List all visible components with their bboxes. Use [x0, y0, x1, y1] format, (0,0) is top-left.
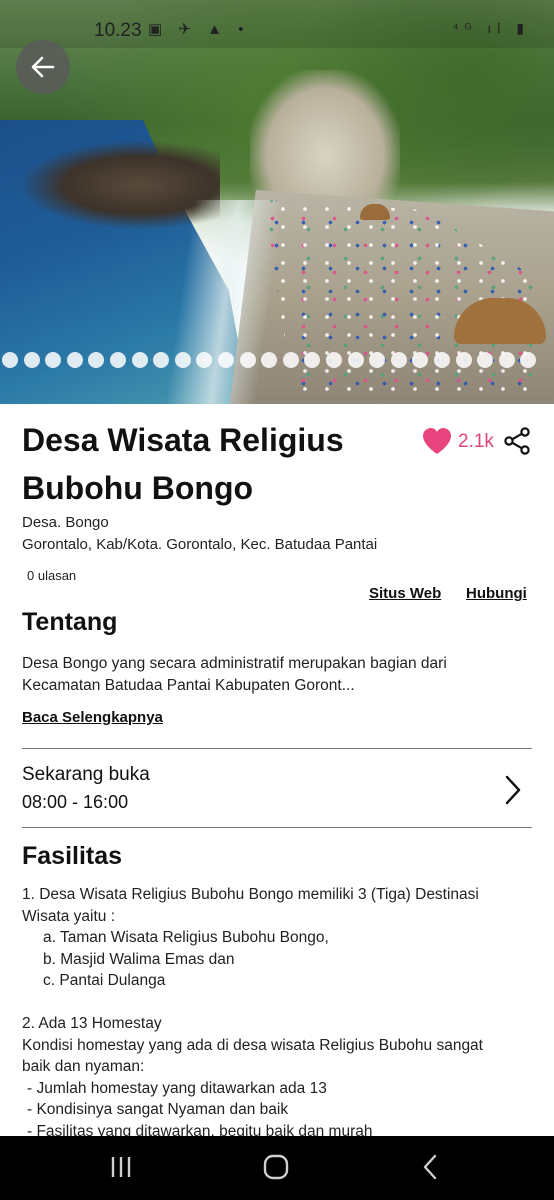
about-heading: Tentang: [22, 608, 118, 636]
gallery-dot[interactable]: [196, 352, 213, 368]
facility-line: baik dan nyaman:: [22, 1058, 145, 1075]
facilities-heading: Fasilitas: [22, 842, 123, 870]
about-line-1: Desa Bongo yang secara administratif mer…: [22, 655, 447, 672]
hero-photo[interactable]: 10.23 ▣ ✈ ▲ • ⁴ᴳ ıl ▮: [0, 0, 554, 404]
address: Gorontalo, Kab/Kota. Gorontalo, Kec. Bat…: [22, 536, 378, 553]
rocks-area: [20, 140, 220, 230]
system-nav-bar: [0, 1136, 554, 1200]
gallery-dot[interactable]: [369, 352, 386, 368]
facility-line: 1. Desa Wisata Religius Bubohu Bongo mem…: [22, 886, 479, 903]
gallery-dot[interactable]: [174, 352, 191, 368]
village-name: Desa. Bongo: [22, 514, 109, 531]
like-count: 2.1k: [458, 431, 494, 452]
recent-apps-icon[interactable]: [108, 1154, 134, 1180]
divider: [22, 748, 532, 749]
facilities-text: 1. Desa Wisata Religius Bubohu Bongo mem…: [22, 884, 542, 1142]
status-icons-left: ▣ ✈ ▲ •: [148, 21, 250, 38]
gallery-dot[interactable]: [110, 352, 126, 368]
open-hours: 08:00 - 16:00: [22, 792, 129, 812]
gallery-dot[interactable]: [88, 352, 105, 368]
status-time: 10.23: [94, 20, 142, 41]
gallery-dot[interactable]: [45, 352, 62, 368]
arrow-left-icon: [31, 56, 55, 78]
chevron-right-icon: [505, 775, 521, 805]
gallery-dot[interactable]: [477, 352, 494, 368]
facility-line: b. Masjid Walima Emas dan: [43, 950, 235, 968]
gallery-dot[interactable]: [347, 352, 364, 368]
facility-line: a. Taman Wisata Religius Bubohu Bongo,: [43, 929, 329, 946]
open-status: Sekarang buka: [22, 764, 150, 785]
gallery-dot[interactable]: [326, 352, 342, 368]
gallery-dot[interactable]: [390, 352, 407, 368]
contact-link[interactable]: Hubungi: [466, 585, 527, 602]
gallery-dot[interactable]: [412, 352, 429, 368]
facility-line: - Jumlah homestay yang ditawarkan ada 13: [27, 1079, 327, 1097]
facility-line: 2. Ada 13 Homestay: [22, 1015, 162, 1032]
gallery-dot[interactable]: [218, 352, 234, 368]
facility-line: Wisata yaitu :: [22, 907, 116, 925]
facility-line: c. Pantai Dulanga: [43, 972, 166, 989]
umbrella-shape-small: [360, 204, 390, 220]
divider: [22, 827, 532, 828]
heart-icon[interactable]: [421, 426, 453, 456]
status-bar: 10.23 ▣ ✈ ▲ • ⁴ᴳ ıl ▮: [0, 0, 554, 48]
back-nav-icon[interactable]: [420, 1154, 442, 1180]
status-icons-right: ⁴ᴳ ıl ▮: [452, 20, 530, 36]
gallery-dot[interactable]: [23, 352, 40, 368]
facility-line: - Kondisinya sangat Nyaman dan baik: [27, 1101, 289, 1118]
gallery-dot[interactable]: [2, 352, 18, 368]
facility-line: [22, 992, 542, 1014]
opening-hours-row[interactable]: Sekarang buka 08:00 - 16:00: [0, 752, 554, 826]
read-more-link[interactable]: Baca Selengkapnya: [22, 709, 163, 726]
place-title: Desa Wisata Religius Bubohu Bongo: [22, 422, 344, 506]
gallery-dot[interactable]: [455, 352, 472, 368]
home-icon[interactable]: [262, 1154, 290, 1180]
gallery-dot[interactable]: [261, 352, 278, 368]
website-link[interactable]: Situs Web: [369, 585, 441, 602]
gallery-dot[interactable]: [131, 352, 148, 368]
gallery-dot[interactable]: [304, 352, 321, 368]
gallery-dot[interactable]: [282, 352, 299, 368]
gallery-dot[interactable]: [66, 352, 83, 368]
facility-line: Kondisi homestay yang ada di desa wisata…: [22, 1036, 483, 1054]
review-count[interactable]: 0 ulasan: [27, 568, 76, 583]
gallery-dot[interactable]: [239, 352, 256, 368]
gallery-dot[interactable]: [520, 352, 537, 368]
gallery-dot[interactable]: [498, 352, 515, 368]
about-line-2: Kecamatan Batudaa Pantai Kabupaten Goron…: [22, 677, 355, 694]
gallery-dot[interactable]: [434, 352, 450, 368]
gallery-dot[interactable]: [153, 352, 170, 368]
gallery-pager[interactable]: [0, 352, 554, 370]
share-icon[interactable]: [502, 426, 532, 456]
back-button[interactable]: [16, 40, 70, 94]
